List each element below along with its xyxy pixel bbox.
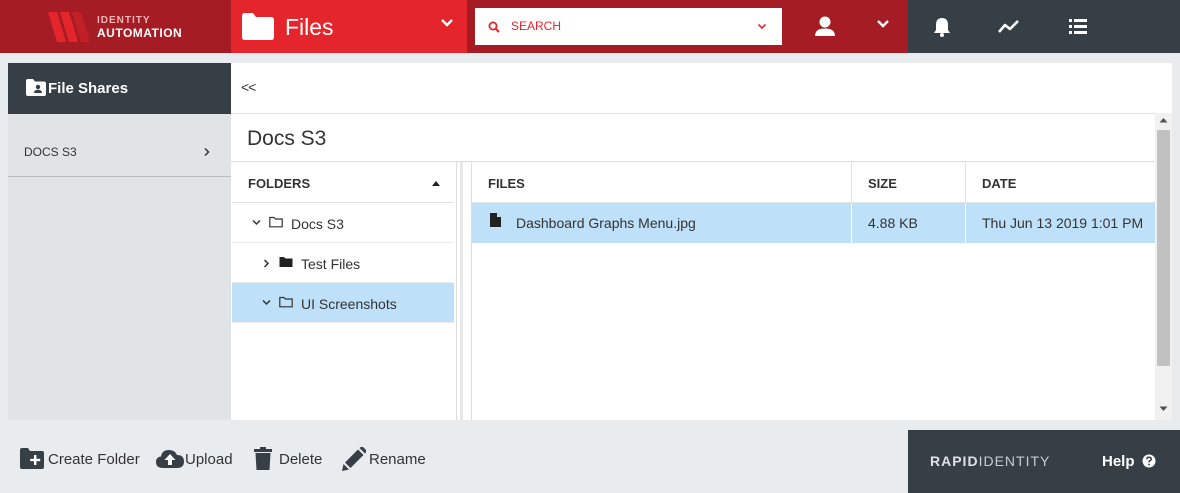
sort-up-icon[interactable] [431,180,441,186]
vertical-scrollbar[interactable] [1155,113,1172,420]
folder-icon [279,257,293,267]
search-dropdown-chevron-icon[interactable] [757,23,767,30]
folder-open-icon [279,296,293,308]
trash-icon [254,447,272,470]
folder-item-ui-screenshots[interactable]: UI Screenshots [232,283,454,323]
create-folder-icon [20,448,44,469]
list-icon[interactable] [1065,14,1091,40]
scroll-down-icon[interactable] [1159,406,1168,412]
chevron-down-icon[interactable] [262,299,271,306]
header-tools [908,0,1180,53]
user-icon[interactable] [810,14,840,40]
file-name-cell: Dashboard Graphs Menu.jpg [472,203,852,243]
upload-label: Upload [185,451,233,468]
rename-button[interactable]: Rename [342,446,426,472]
file-date: Thu Jun 13 2019 1:01 PM [982,215,1144,231]
folders-header-label: FOLDERS [248,176,311,191]
column-header-label: FILES [488,176,525,191]
pencil-icon [342,447,366,471]
module-title: Files [285,14,334,40]
rapid-identity-logo: RAPIDIDENTITY [930,453,1050,469]
column-header-label: DATE [982,176,1017,191]
rename-label: Rename [369,451,426,468]
folder-item-test-files[interactable]: Test Files [232,243,454,283]
chevron-right-icon [204,147,210,157]
folder-label: Test Files [301,256,361,272]
identity-automation-logo[interactable]: IDENTITY AUTOMATION [0,0,231,53]
scrollbar-thumb[interactable] [1157,130,1170,366]
delete-label: Delete [279,451,323,468]
file-size: 4.88 KB [868,215,918,231]
chevron-down-icon [441,19,453,27]
upload-button[interactable]: Upload [156,446,236,472]
collapse-sidebar-button[interactable]: << [241,79,256,95]
column-header-date[interactable]: DATE [966,162,1155,203]
folder-label: Docs S3 [291,216,344,232]
files-table: FILES SIZE DATE Dashboard Graphs Menu.jp… [471,162,1155,420]
action-toolbar: Create Folder Upload Delete Rename [0,430,908,493]
file-date-cell: Thu Jun 13 2019 1:01 PM [966,203,1155,243]
create-folder-button[interactable]: Create Folder [20,446,140,472]
folder-tree: FOLDERS Docs S3 Test Files UI Screenshot… [232,162,454,420]
sidebar-header: File Shares [8,63,231,114]
logo-line-2: AUTOMATION [97,26,183,40]
create-folder-label: Create Folder [48,451,140,468]
column-header-files[interactable]: FILES [472,162,852,203]
logo-mark-icon [48,12,90,42]
divider [231,113,1172,114]
shared-folder-icon [26,79,46,96]
folder-icon [242,13,274,40]
scroll-up-icon[interactable] [1159,117,1168,123]
search-icon [488,21,500,33]
help-icon [1142,454,1156,468]
bell-icon[interactable] [929,14,955,40]
brand-light: IDENTITY [978,453,1051,469]
help-button[interactable]: Help [1102,452,1156,471]
top-bar: IDENTITY AUTOMATION Files [0,0,1180,53]
chevron-right-icon[interactable] [263,259,270,268]
search-box[interactable] [475,8,782,45]
folder-open-icon [269,216,283,228]
chevron-down-icon[interactable] [252,219,261,226]
table-row[interactable]: Dashboard Graphs Menu.jpg 4.88 KB Thu Ju… [472,203,1155,243]
main-panel: << Docs S3 FOLDERS Docs S3 Test Files UI… [231,63,1172,420]
column-header-size[interactable]: SIZE [852,162,966,203]
user-menu-chevron-icon[interactable] [876,19,890,29]
folders-header: FOLDERS [232,162,454,203]
folder-item-docs-s3[interactable]: Docs S3 [232,203,454,243]
search-input[interactable] [511,16,741,36]
sidebar-item-label: DOCS S3 [24,145,77,159]
file-icon [490,213,501,227]
pane-splitter[interactable] [460,162,463,420]
sidebar: File Shares DOCS S3 [8,63,231,420]
column-header-label: SIZE [868,176,897,191]
cloud-upload-icon [156,450,184,468]
folder-label: UI Screenshots [301,296,397,312]
module-switcher[interactable]: Files [231,0,467,53]
brand-bold: RAPID [930,453,979,469]
help-label: Help [1102,453,1135,470]
page-title: Docs S3 [247,127,327,150]
sidebar-item-docs-s3[interactable]: DOCS S3 [8,127,231,177]
divider [456,162,457,420]
file-name: Dashboard Graphs Menu.jpg [516,215,696,231]
sidebar-title: File Shares [48,80,129,97]
logo-text: IDENTITY AUTOMATION [97,15,182,39]
activity-chart-icon[interactable] [996,14,1022,40]
file-size-cell: 4.88 KB [852,203,966,243]
rapid-identity-branding: RAPIDIDENTITY Help [908,430,1180,493]
delete-button[interactable]: Delete [254,446,324,472]
